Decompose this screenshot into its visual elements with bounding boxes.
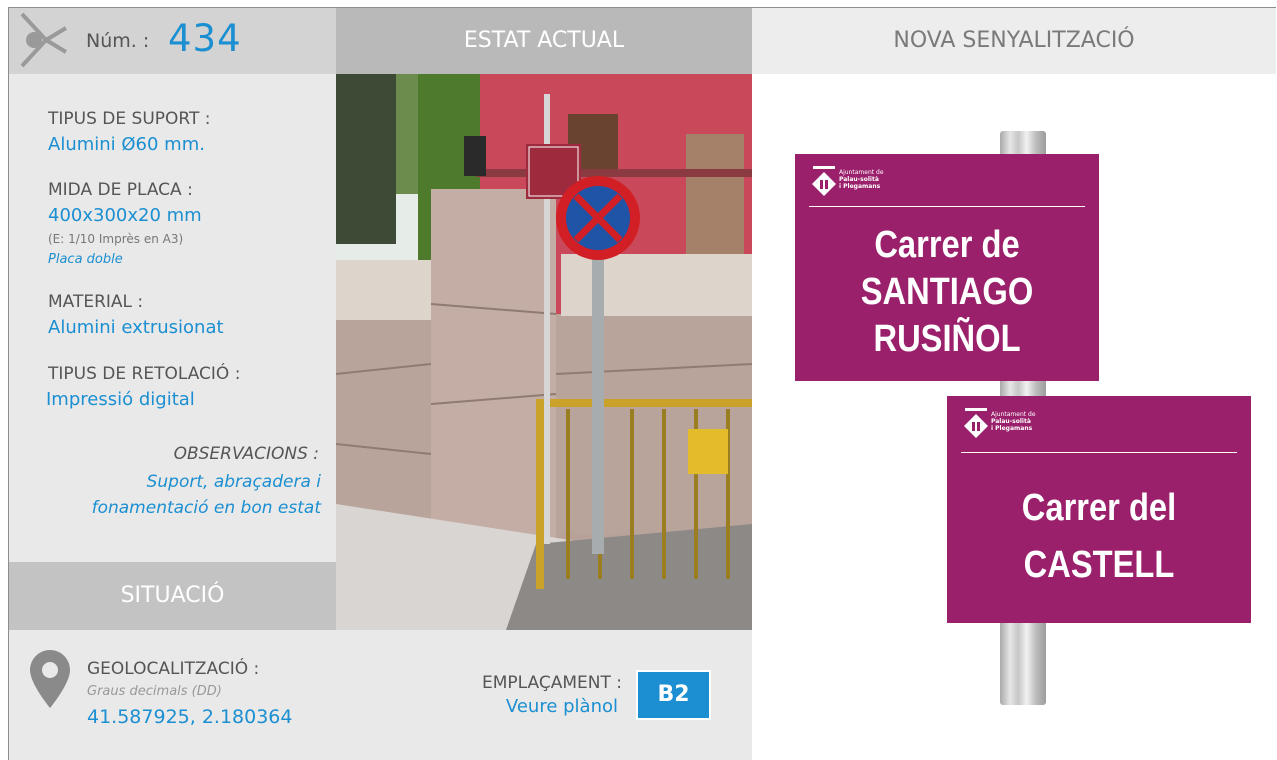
current-state-photo	[336, 74, 752, 630]
plate-size-label: MIDA DE PLACA :	[48, 180, 193, 200]
observations-label: OBSERVACIONS :	[173, 444, 319, 464]
map-pin-icon	[30, 650, 70, 708]
plate-line-2: SANTIAGO	[860, 271, 1034, 313]
location-label: EMPLAÇAMENT :	[482, 673, 622, 693]
lettering-type-value: Impressió digital	[46, 389, 195, 410]
council-crest-icon	[812, 166, 836, 196]
record-number-label: Núm. :	[86, 30, 150, 52]
council-name: Ajuntament de Palau-solità i Plegamans	[991, 411, 1036, 432]
plate-line-1: Carrer del	[1021, 487, 1177, 529]
material-label: MATERIAL :	[48, 292, 144, 312]
plate-line-3: RUSIÑOL	[873, 318, 1021, 360]
lettering-type-label: TIPUS DE RETOLACIÓ :	[48, 364, 241, 384]
view-map-link[interactable]: Veure plànol	[506, 696, 618, 717]
plate-line-2: CASTELL	[1023, 544, 1175, 586]
new-signage-header: NOVA SENYALITZACIÓ	[752, 8, 1276, 74]
plate-line-1: Carrer de	[874, 224, 1020, 266]
street-plate-santiago-rusinol: Ajuntament de Palau-solità i Plegamans C…	[795, 154, 1099, 381]
street-plate-castell: Ajuntament de Palau-solità i Plegamans C…	[947, 396, 1251, 623]
observations-value: Suport, abraçadera i fonamentació en bon…	[91, 472, 321, 518]
plate-size-value: 400x300x20 mm	[48, 205, 202, 226]
geolocation-value: 41.587925, 2.180364	[87, 706, 293, 728]
plate-scale-note: (E: 1/10 Imprès en A3)	[48, 232, 184, 246]
council-name: Ajuntament de Palau-solità i Plegamans	[839, 169, 884, 190]
material-value: Alumini extrusionat	[48, 317, 224, 338]
geolocation-format: Graus decimals (DD)	[87, 684, 222, 699]
council-crest-icon	[964, 408, 988, 438]
location-code-badge: B2	[636, 670, 711, 720]
plate-divider	[809, 206, 1085, 207]
support-type-value: Alumini Ø60 mm.	[48, 134, 205, 155]
plate-divider	[961, 452, 1237, 453]
support-type-label: TIPUS DE SUPORT :	[48, 109, 211, 129]
geolocation-label: GEOLOCALITZACIÓ :	[87, 659, 260, 679]
share-logo-icon[interactable]	[16, 10, 70, 68]
situation-section-title: SITUACIÓ	[9, 562, 336, 630]
record-number: 434	[168, 17, 242, 60]
plate-double-note: Placa doble	[48, 252, 123, 267]
current-state-header: ESTAT ACTUAL	[336, 8, 752, 74]
